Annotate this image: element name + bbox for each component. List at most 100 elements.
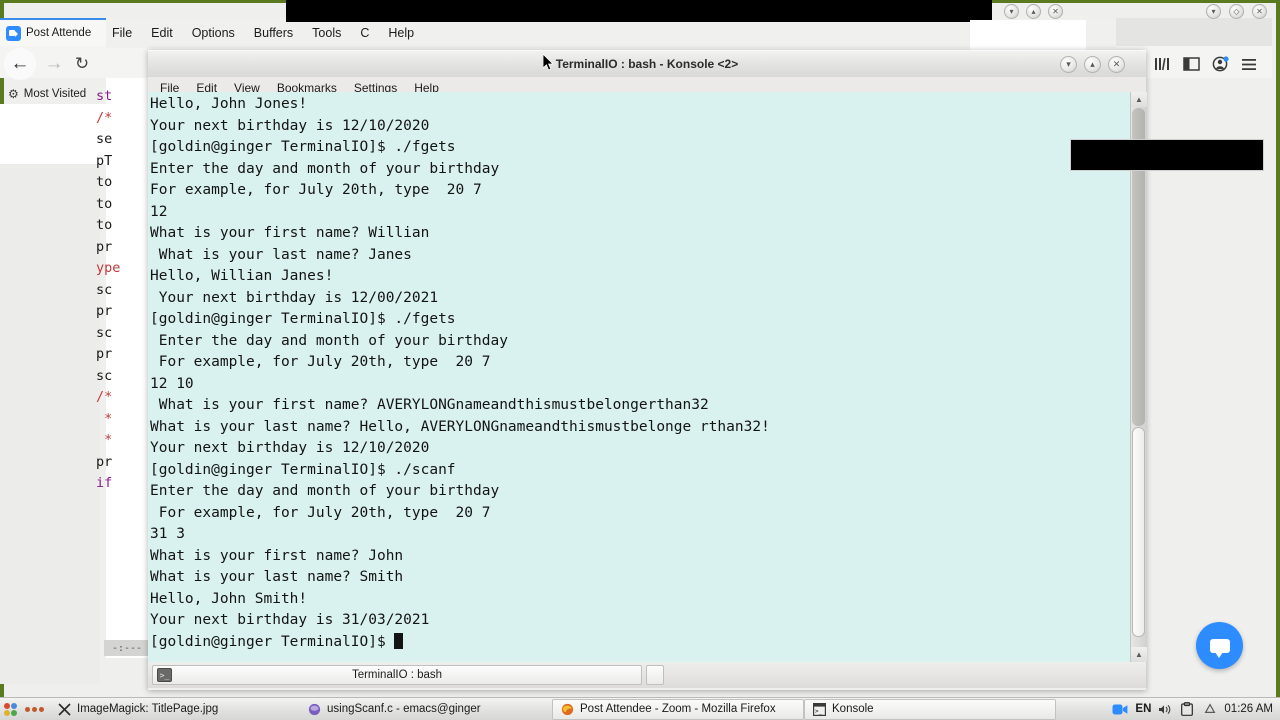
konsole-title-label: TerminalIO : bash - Konsole <2> bbox=[555, 56, 739, 71]
systray-updates[interactable] bbox=[1198, 699, 1222, 720]
window-controls-right: ▾ ◇ ✕ bbox=[1206, 3, 1278, 19]
konsole-icon: >_ bbox=[811, 701, 827, 717]
bookmark-label: Most Visited bbox=[23, 88, 87, 100]
terminal-line: For example, for July 20th, type 20 7 bbox=[150, 504, 491, 521]
konsole-tab-label: TerminalIO : bash bbox=[351, 669, 443, 681]
close-icon[interactable]: ✕ bbox=[1252, 3, 1267, 19]
terminal-line: What is your last name? Janes bbox=[150, 246, 412, 263]
firefox-content-lower bbox=[0, 164, 100, 684]
firefox-icon bbox=[559, 701, 575, 717]
emacs-code-line: ype bbox=[96, 260, 121, 276]
keyboard-layout-indicator[interactable]: EN bbox=[1132, 699, 1154, 720]
taskbar-item-imagemagick[interactable]: ImageMagick: TitlePage.jpg bbox=[50, 699, 300, 720]
terminal-line: [goldin@ginger TerminalIO]$ ./fgets bbox=[150, 311, 456, 327]
chat-bubble-glyph bbox=[1209, 638, 1230, 658]
minimize-icon[interactable]: ▾ bbox=[1206, 3, 1221, 19]
terminal-line: Enter the day and month of your birthday bbox=[150, 160, 500, 177]
konsole-tab-terminalio[interactable]: >_ TerminalIO : bash bbox=[152, 665, 642, 685]
menu-icon[interactable] bbox=[1239, 54, 1259, 74]
updates-icon bbox=[1202, 701, 1218, 717]
back-arrow-icon[interactable]: ← bbox=[4, 48, 36, 80]
konsole-tabbar: >_ TerminalIO : bash bbox=[148, 662, 1146, 688]
konsole-window-controls: ▾ ▴ ✕ bbox=[1060, 55, 1146, 73]
terminal-line: What is your last name? Smith bbox=[150, 569, 404, 585]
reload-icon[interactable]: ↻ bbox=[68, 50, 96, 78]
maximize-icon[interactable]: ◇ bbox=[1229, 3, 1244, 19]
imagemagick-icon bbox=[56, 701, 72, 717]
svg-text:>_: >_ bbox=[815, 708, 823, 715]
taskbar-menu-icon[interactable] bbox=[0, 699, 22, 720]
emacs-menu-file[interactable]: File bbox=[112, 26, 132, 40]
terminal-line: [goldin@ginger TerminalIO]$ bbox=[150, 632, 1130, 654]
firefox-content-area bbox=[0, 104, 108, 164]
close-icon[interactable]: ✕ bbox=[1108, 55, 1125, 73]
terminal-line: 12 bbox=[150, 203, 168, 220]
emacs-menu-help[interactable]: Help bbox=[388, 26, 414, 40]
forward-arrow-icon[interactable]: → bbox=[40, 50, 68, 78]
emacs-code-fragments: st /* se pT to to to pr ype sc pr sc pr sc /* * * pr if bbox=[96, 86, 150, 646]
maximize-icon[interactable]: ▴ bbox=[1026, 3, 1041, 19]
taskbar-clock[interactable]: 01:26 AM bbox=[1222, 699, 1280, 720]
account-icon[interactable] bbox=[1210, 54, 1230, 74]
taskbar-label: Post Attendee - Zoom - Mozilla Firefox bbox=[580, 703, 776, 715]
terminal-line: Hello, Willian Janes! bbox=[150, 268, 334, 284]
sidebar-icon[interactable] bbox=[1181, 54, 1201, 74]
library-icon[interactable] bbox=[1152, 54, 1172, 74]
terminal-line: [goldin@ginger TerminalIO]$ ./fgets bbox=[150, 139, 456, 155]
konsole-tab-new[interactable] bbox=[646, 665, 664, 685]
terminal-line: Your next birthday is 12/10/2020 bbox=[150, 440, 430, 456]
taskbar-label: usingScanf.c - emacs@ginger bbox=[327, 703, 481, 715]
emacs-code-line: pr bbox=[96, 238, 113, 255]
scroll-down-icon[interactable]: ▲ bbox=[1131, 647, 1147, 662]
keyboard-layout-label: EN bbox=[1135, 703, 1152, 715]
video-strip-top bbox=[286, 0, 992, 22]
terminal-output-area[interactable]: Hello, John Jones! Your next birthday is … bbox=[148, 92, 1130, 662]
taskbar-label: ImageMagick: TitlePage.jpg bbox=[77, 703, 219, 715]
emacs-code-line: pT bbox=[96, 152, 113, 169]
emacs-code-line: sc bbox=[96, 324, 113, 341]
terminal-line: What is your first name? Willian bbox=[150, 225, 430, 241]
taskbar: ImageMagick: TitlePage.jpg usingScanf.c … bbox=[0, 697, 1280, 720]
taskbar-pager[interactable] bbox=[22, 699, 50, 720]
terminal-line: Hello, John Smith! bbox=[150, 590, 308, 607]
minimize-icon[interactable]: ▾ bbox=[1004, 3, 1019, 19]
emacs-code-line: /* bbox=[96, 389, 113, 405]
terminal-line: Enter the day and month of your birthday bbox=[150, 332, 508, 349]
emacs-code-line: to bbox=[96, 217, 113, 233]
terminal-line: 12 10 bbox=[150, 375, 194, 392]
scroll-up-icon[interactable]: ▲ bbox=[1131, 92, 1147, 107]
emacs-code-line: st bbox=[96, 88, 113, 104]
white-panel bbox=[970, 20, 1086, 52]
mouse-cursor bbox=[542, 53, 555, 72]
firefox-tab-zoom[interactable]: Post Attende bbox=[0, 18, 110, 46]
emacs-menu-options[interactable]: Options bbox=[192, 26, 235, 40]
taskbar-label: Konsole bbox=[832, 703, 874, 715]
taskbar-item-firefox[interactable]: Post Attendee - Zoom - Mozilla Firefox bbox=[552, 698, 804, 720]
emacs-code-line: /* bbox=[96, 109, 113, 126]
emacs-menu-tools[interactable]: Tools bbox=[312, 26, 341, 40]
scrollbar-thumb[interactable] bbox=[1132, 427, 1145, 637]
emacs-modeline: -:--- bbox=[104, 640, 150, 656]
video-strip-right bbox=[1070, 139, 1264, 171]
emacs-menu-edit[interactable]: Edit bbox=[151, 26, 173, 40]
emacs-code-line: * bbox=[96, 410, 113, 427]
terminal-line: 31 3 bbox=[150, 526, 185, 542]
emacs-menu-c[interactable]: C bbox=[360, 26, 369, 40]
minimize-icon[interactable]: ▾ bbox=[1060, 55, 1077, 73]
taskbar-item-konsole[interactable]: >_ Konsole bbox=[804, 698, 1056, 720]
taskbar-item-emacs[interactable]: usingScanf.c - emacs@ginger bbox=[300, 699, 552, 720]
chat-bubble-icon[interactable] bbox=[1196, 622, 1243, 669]
terminal-scrollbar[interactable]: ▲ ▲ bbox=[1130, 92, 1147, 662]
systray-volume[interactable] bbox=[1154, 699, 1176, 720]
zoom-icon bbox=[1112, 701, 1128, 717]
systray-zoom[interactable] bbox=[1108, 699, 1132, 720]
emacs-code-line: sc bbox=[96, 281, 113, 298]
systray-clipboard[interactable] bbox=[1176, 699, 1198, 720]
clock-label: 01:26 AM bbox=[1224, 703, 1273, 715]
emacs-code-line: * bbox=[96, 432, 113, 448]
terminal-line: Hello, John Jones! bbox=[150, 96, 308, 112]
close-icon[interactable]: ✕ bbox=[1048, 3, 1063, 19]
emacs-menubar: File Edit Options Buffers Tools C Help bbox=[106, 18, 1116, 48]
maximize-icon[interactable]: ▴ bbox=[1084, 55, 1101, 73]
emacs-menu-buffers[interactable]: Buffers bbox=[254, 26, 293, 40]
